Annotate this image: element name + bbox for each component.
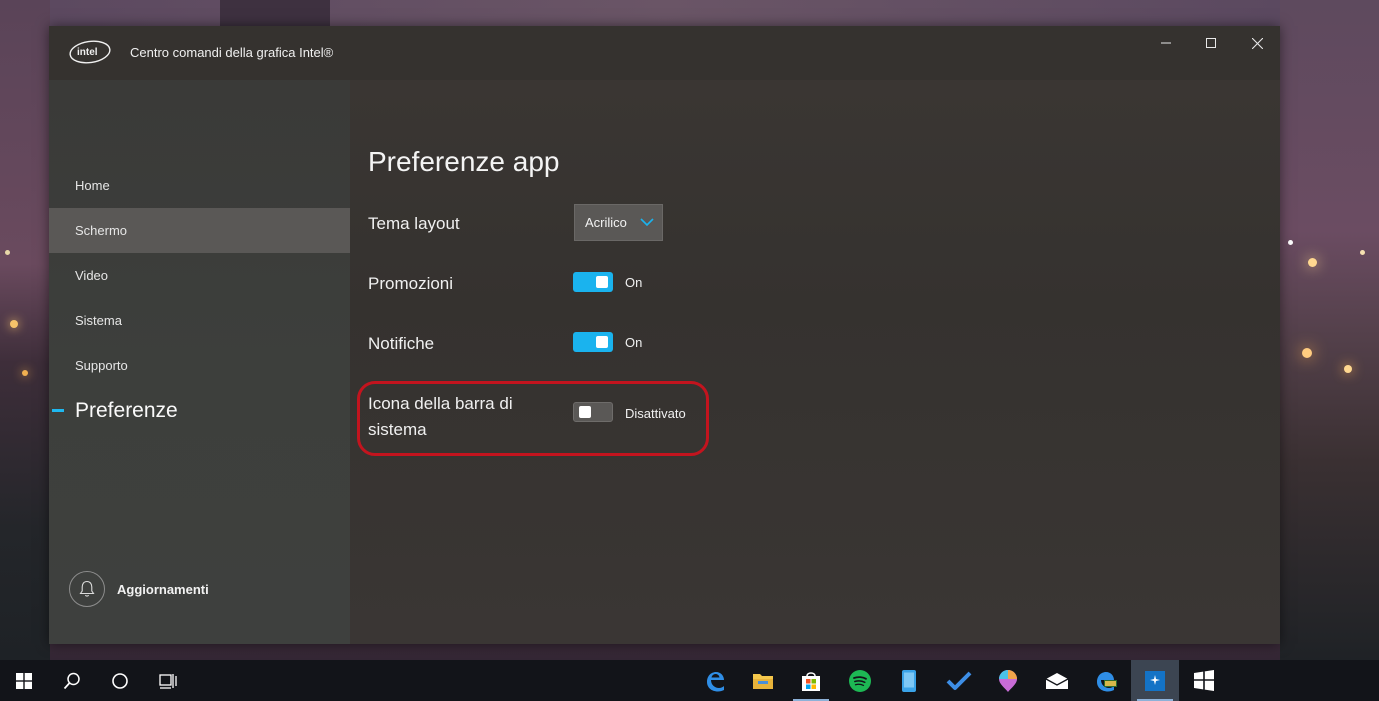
- bell-icon: [69, 571, 105, 607]
- taskbar-app[interactable]: [1180, 660, 1228, 701]
- taskbar-spotify[interactable]: [836, 660, 884, 701]
- sidebar-item-label: Home: [75, 178, 110, 193]
- close-button[interactable]: [1234, 26, 1280, 60]
- page-title: Preferenze app: [368, 146, 560, 177]
- taskbar: [0, 660, 1379, 701]
- sidebar-item-video[interactable]: Video: [49, 253, 350, 298]
- minimize-button[interactable]: [1143, 26, 1189, 60]
- sidebar-item-label: Video: [75, 268, 109, 283]
- taskbar-intel-graphics[interactable]: [1131, 660, 1179, 701]
- edge-dev-icon: [1097, 671, 1117, 691]
- todo-icon: [946, 671, 972, 690]
- toggle-knob: [596, 336, 608, 348]
- maximize-button[interactable]: [1188, 26, 1234, 60]
- task-view-icon: [159, 673, 177, 689]
- sidebar-item-label: Sistema: [75, 313, 122, 328]
- taskbar-edge-dev[interactable]: [1082, 660, 1130, 701]
- taskbar-todo[interactable]: [935, 660, 983, 701]
- phone-icon: [902, 669, 916, 692]
- start-icon: [16, 672, 32, 689]
- highlight-ring: [357, 381, 709, 456]
- layout-theme-value: Acrilico: [585, 215, 627, 230]
- task-view-button[interactable]: [144, 660, 192, 701]
- active-indicator: [52, 409, 64, 412]
- close-icon: [1251, 37, 1263, 49]
- app-title: Centro comandi della grafica Intel®: [130, 45, 334, 60]
- main-content: Preferenze app Tema layout Acrilico Prom…: [350, 80, 1280, 644]
- search-button[interactable]: [48, 660, 96, 701]
- sidebar-item-preferenze[interactable]: Preferenze: [49, 388, 350, 433]
- start-button[interactable]: [0, 660, 48, 701]
- search-icon: [63, 672, 80, 689]
- sidebar-item-label: Schermo: [75, 223, 128, 238]
- desktop-background-right: [1280, 0, 1379, 660]
- paint3d-icon: [999, 669, 1017, 692]
- sidebar-item-home[interactable]: Home: [49, 163, 350, 208]
- maximize-icon: [1206, 38, 1216, 48]
- cortana-button[interactable]: [96, 660, 144, 701]
- notifications-toggle[interactable]: [573, 332, 613, 352]
- sidebar-item-supporto[interactable]: Supporto: [49, 343, 350, 388]
- sidebar-item-label: Preferenze: [75, 398, 178, 422]
- notifications-state: On: [625, 335, 643, 350]
- toggle-knob: [596, 276, 608, 288]
- intel-graphics-window: intel Centro comandi della grafica Intel…: [49, 26, 1280, 644]
- intel-logo: intel: [69, 40, 111, 64]
- edge-icon: [707, 671, 724, 691]
- taskbar-phone[interactable]: [885, 660, 933, 701]
- promotions-state: On: [625, 275, 643, 290]
- svg-text:intel: intel: [77, 47, 98, 58]
- notifications-label: Notifiche: [368, 334, 435, 353]
- file-explorer-icon: [753, 673, 773, 689]
- promotions-toggle[interactable]: [573, 272, 613, 292]
- chevron-down-icon: [640, 218, 654, 227]
- layout-theme-dropdown[interactable]: Acrilico: [574, 204, 663, 241]
- sidebar-item-sistema[interactable]: Sistema: [49, 298, 350, 343]
- taskbar-paint3d[interactable]: [984, 660, 1032, 701]
- spotify-icon: [849, 669, 871, 692]
- taskbar-mail[interactable]: [1033, 660, 1081, 701]
- taskbar-edge[interactable]: [691, 660, 739, 701]
- updates-button[interactable]: Aggiornamenti: [69, 571, 209, 607]
- title-bar: intel Centro comandi della grafica Intel…: [49, 26, 1280, 80]
- minimize-icon: [1161, 42, 1171, 44]
- store-icon: [802, 671, 820, 691]
- sidebar-item-label: Supporto: [75, 358, 128, 373]
- desktop-background-left: [0, 0, 50, 660]
- sidebar-item-schermo[interactable]: Schermo: [49, 208, 350, 253]
- taskbar-file-explorer[interactable]: [739, 660, 787, 701]
- desktop-background-building: [220, 0, 330, 26]
- intel-graphics-icon: [1145, 670, 1165, 691]
- layout-theme-label: Tema layout: [368, 214, 460, 233]
- taskbar-store[interactable]: [787, 660, 835, 701]
- app-icon: [1194, 669, 1214, 691]
- sidebar: Home Schermo Video Sistema Supporto Pref…: [49, 80, 350, 644]
- promotions-label: Promozioni: [368, 274, 454, 293]
- updates-label: Aggiornamenti: [117, 581, 209, 597]
- cortana-icon: [112, 672, 128, 689]
- mail-icon: [1045, 672, 1069, 689]
